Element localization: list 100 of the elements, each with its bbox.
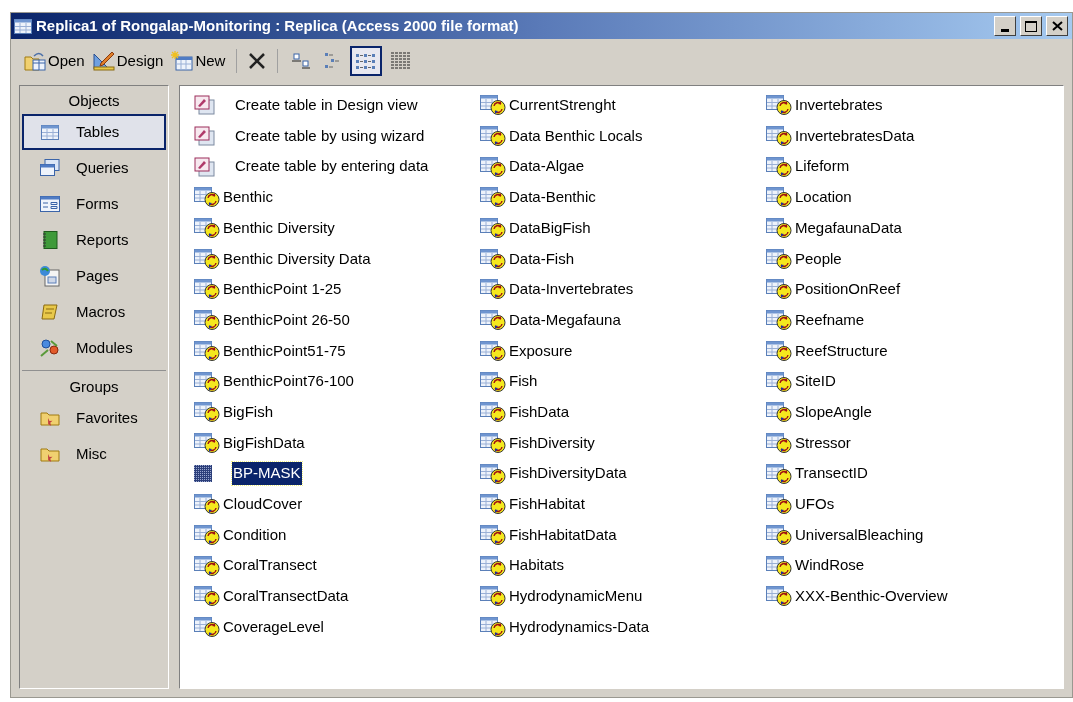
list-item[interactable]: CurrentStrenght	[508, 94, 617, 117]
list-item[interactable]: Create table by entering data	[234, 155, 430, 178]
replicated-table-icon	[480, 555, 506, 576]
replicated-table-icon	[194, 310, 220, 331]
list-item[interactable]: Reefname	[794, 308, 866, 332]
list-item[interactable]: CoralTransectData	[222, 585, 350, 608]
form-icon	[40, 196, 60, 212]
replicated-table-icon	[194, 555, 220, 576]
list-item[interactable]: Benthic Diversity Data	[222, 247, 372, 271]
sidebar-item[interactable]: Favorites	[22, 400, 166, 436]
list-item[interactable]: CloudCover	[222, 493, 304, 516]
list-item[interactable]: FishHabitatData	[508, 523, 618, 547]
list-item[interactable]: Habitats	[508, 554, 566, 577]
list-item[interactable]: BenthicPoint51-75	[222, 339, 347, 363]
replicated-table-icon	[480, 187, 506, 208]
sidebar-item[interactable]: Queries	[22, 150, 166, 186]
maximize-button[interactable]	[1020, 16, 1042, 36]
minimize-icon	[1001, 29, 1009, 32]
replicated-table-icon	[480, 586, 506, 607]
details-view-icon	[390, 52, 413, 70]
sidebar-item[interactable]: Pages	[22, 258, 166, 294]
list-item[interactable]: Data Benthic Locals	[508, 124, 644, 148]
replicated-table-icon	[480, 432, 506, 453]
list-item[interactable]: BenthicPoint76-100	[222, 370, 355, 393]
list-item[interactable]: TransectID	[794, 462, 869, 485]
list-item[interactable]: HydrodynamicMenu	[508, 585, 644, 608]
list-item[interactable]: FishDiversity	[508, 431, 596, 455]
replicated-table-icon	[766, 340, 792, 361]
list-item[interactable]: Condition	[222, 523, 288, 547]
toolbar-button[interactable]: Design	[89, 46, 167, 76]
section-header: Objects	[67, 91, 121, 111]
window-title: Replica1 of Rongalap-Monitoring : Replica (Access 2000 file format)	[36, 15, 519, 36]
sidebar-item[interactable]: Macros	[22, 294, 166, 330]
list-item[interactable]: BP-MASK	[232, 462, 302, 485]
list-item[interactable]: Exposure	[508, 339, 574, 363]
replicated-table-icon	[766, 248, 792, 269]
replicated-table-icon	[766, 279, 792, 300]
replicated-table-icon	[480, 218, 506, 239]
list-item[interactable]: People	[794, 247, 843, 271]
list-item[interactable]: Benthic Diversity	[222, 216, 336, 240]
list-item[interactable]: Lifeform	[794, 155, 851, 178]
list-item[interactable]: PositionOnReef	[794, 278, 902, 301]
list-item[interactable]: Create table by using wizard	[234, 124, 426, 148]
list-item[interactable]: Hydrodynamics-Data	[508, 615, 651, 639]
list-item[interactable]: Invertebrates	[794, 94, 884, 117]
replicated-table-icon	[194, 187, 220, 208]
replicated-table-icon	[766, 187, 792, 208]
list-item[interactable]: Data-Benthic	[508, 186, 597, 209]
list-item[interactable]: Stressor	[794, 431, 852, 455]
replicated-table-icon	[194, 586, 220, 607]
replicated-table-icon	[480, 279, 506, 300]
list-item[interactable]: SlopeAngle	[794, 400, 873, 424]
ruler-pencil-icon	[92, 51, 115, 71]
list-item[interactable]: MegafaunaData	[794, 216, 903, 240]
list-item[interactable]: BenthicPoint 1-25	[222, 278, 343, 301]
minimize-button[interactable]	[994, 16, 1016, 36]
list-item[interactable]: Fish	[508, 370, 539, 393]
list-item[interactable]: SiteID	[794, 370, 837, 393]
folder-table-icon	[24, 51, 46, 71]
replicated-table-icon	[194, 524, 220, 545]
list-item[interactable]: UFOs	[794, 493, 836, 516]
list-item[interactable]: Location	[794, 186, 853, 209]
sidebar-item[interactable]: Forms	[22, 186, 166, 222]
toolbar-button[interactable]: Open	[21, 46, 88, 76]
replicated-table-icon	[194, 432, 220, 453]
replicated-table-icon	[766, 156, 792, 177]
list-item[interactable]: BenthicPoint 26-50	[222, 308, 351, 332]
list-item[interactable]: Data-Megafauna	[508, 308, 622, 332]
list-item[interactable]: FishHabitat	[508, 493, 586, 516]
list-item[interactable]: Benthic	[222, 186, 275, 209]
list-item[interactable]: BigFishData	[222, 431, 306, 455]
sidebar-item[interactable]: Reports	[22, 222, 166, 258]
replicated-table-icon	[194, 248, 220, 269]
replicated-table-icon	[194, 371, 220, 392]
sidebar-item[interactable]: Misc	[22, 436, 166, 472]
list-item[interactable]: InvertebratesData	[794, 124, 916, 148]
folder-icon	[40, 410, 60, 426]
close-button[interactable]	[1046, 16, 1068, 36]
list-item[interactable]: CoralTransect	[222, 554, 318, 577]
list-item[interactable]: Create table in Design view	[234, 94, 419, 117]
view-button[interactable]	[350, 46, 383, 76]
list-item[interactable]: FishData	[508, 400, 571, 424]
toolbar-button[interactable]: New	[168, 46, 229, 76]
list-item[interactable]: UniversalBleaching	[794, 523, 925, 547]
list-item[interactable]: WindRose	[794, 554, 866, 577]
list-item[interactable]: XXX-Benthic-Overview	[794, 585, 949, 608]
list-item[interactable]: FishDiversityData	[508, 462, 628, 485]
list-item[interactable]: Data-Algae	[508, 155, 586, 178]
list-item[interactable]: DataBigFish	[508, 216, 592, 240]
wizard-icon	[194, 95, 216, 116]
list-item[interactable]: Data-Invertebrates	[508, 278, 635, 301]
delete-icon	[248, 52, 267, 70]
list-item[interactable]: CoverageLevel	[222, 615, 325, 639]
replicated-table-icon	[480, 371, 506, 392]
sidebar-item[interactable]: Modules	[22, 330, 166, 366]
list-item[interactable]: BigFish	[222, 400, 275, 424]
list-item[interactable]: ReefStructure	[794, 339, 889, 363]
table-icon	[41, 124, 59, 140]
sidebar-item[interactable]: Tables	[22, 114, 166, 150]
list-item[interactable]: Data-Fish	[508, 247, 576, 271]
